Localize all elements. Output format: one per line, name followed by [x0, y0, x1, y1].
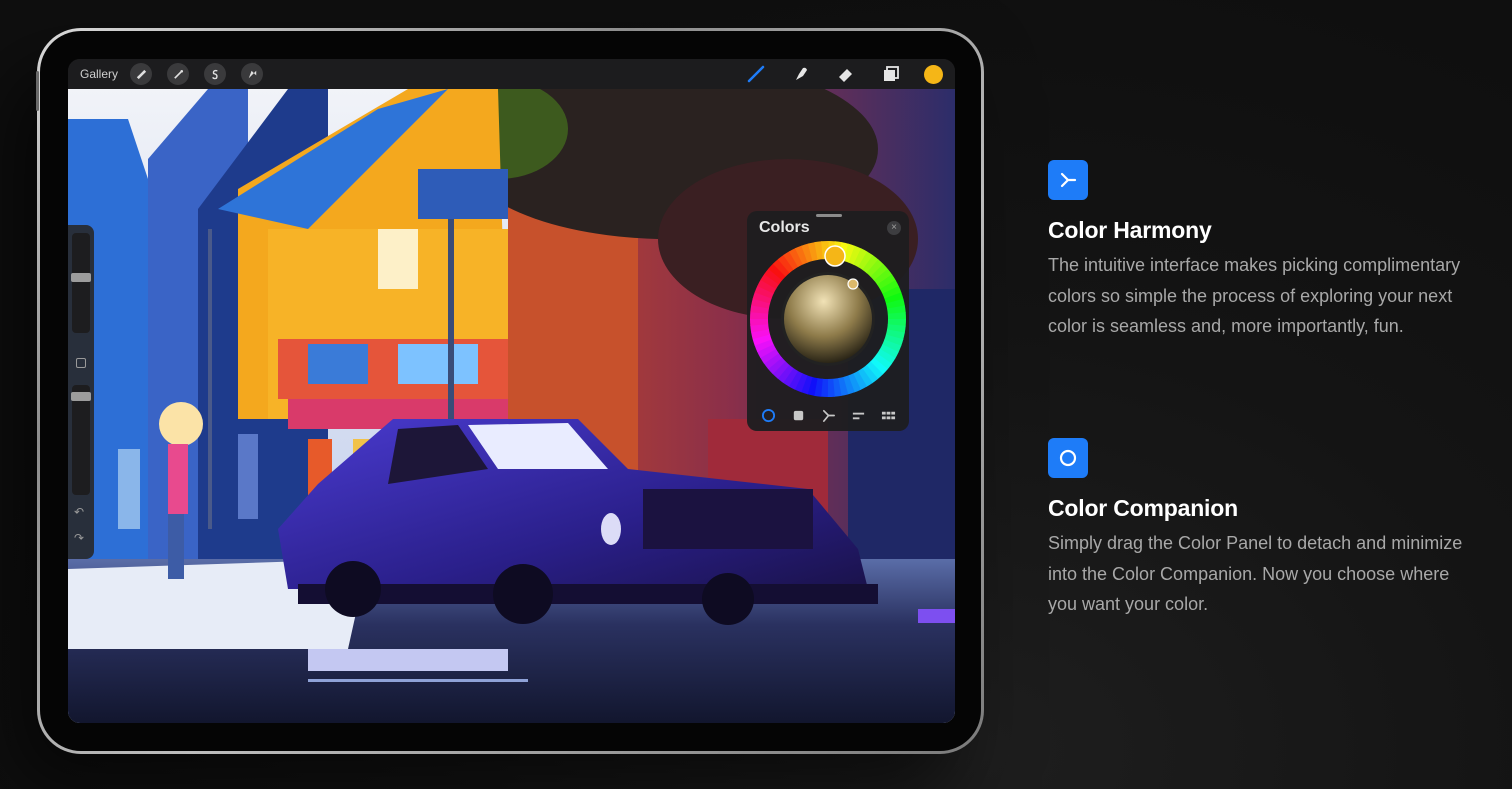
colors-panel-title: Colors — [759, 219, 810, 236]
transform-button[interactable] — [241, 63, 264, 85]
volume-button — [36, 71, 39, 111]
smudge-button[interactable] — [789, 62, 813, 86]
modify-button[interactable] — [76, 358, 86, 368]
feature-color-harmony: Color Harmony The intuitive interface ma… — [1048, 160, 1468, 342]
selection-button[interactable] — [204, 63, 227, 85]
colors-panel-tabs — [747, 405, 909, 425]
disc-icon — [1059, 449, 1077, 467]
top-toolbar: Gallery — [68, 59, 955, 89]
feature-description: Simply drag the Color Panel to detach an… — [1048, 533, 1463, 614]
eraser-button[interactable] — [834, 62, 858, 86]
magic-wand-icon — [173, 69, 183, 79]
transform-arrow-icon — [248, 70, 256, 78]
gallery-button[interactable]: Gallery — [80, 67, 118, 81]
brush-size-slider[interactable] — [72, 233, 90, 333]
ipad-bezel: Gallery ↶ ↷ Colors × — [36, 31, 981, 751]
saturation-picker[interactable] — [847, 278, 859, 290]
feature-color-companion: Color Companion Simply drag the Color Pa… — [1048, 438, 1468, 620]
procreate-screen: Gallery ↶ ↷ Colors × — [68, 59, 955, 723]
feature-description: The intuitive interface makes picking co… — [1048, 255, 1461, 336]
brush-icon — [747, 65, 765, 83]
brush-size-thumb[interactable] — [71, 273, 91, 282]
brush-button[interactable] — [744, 62, 768, 86]
tab-harmony[interactable] — [818, 405, 838, 425]
value-icon — [852, 412, 864, 419]
layers-button[interactable] — [879, 62, 903, 86]
opacity-slider[interactable] — [72, 385, 90, 495]
undo-icon[interactable]: ↶ — [74, 505, 84, 519]
close-icon[interactable]: × — [887, 221, 901, 235]
layers-icon — [884, 66, 899, 81]
redo-icon[interactable]: ↷ — [74, 531, 84, 545]
ipad-device: Gallery ↶ ↷ Colors × — [36, 28, 984, 754]
smudge-icon — [796, 67, 807, 80]
feature-icon-box — [1048, 438, 1088, 478]
opacity-thumb[interactable] — [71, 392, 91, 401]
wrench-icon — [136, 69, 146, 79]
saturation-disc[interactable] — [784, 275, 872, 363]
disc-icon — [761, 408, 775, 422]
left-sidebar: ↶ ↷ — [68, 225, 94, 559]
tab-value[interactable] — [848, 405, 868, 425]
classic-icon — [793, 410, 803, 420]
colors-panel[interactable]: Colors × — [747, 211, 909, 431]
feature-title: Color Companion — [1048, 495, 1238, 521]
actions-button[interactable] — [130, 63, 153, 85]
feature-icon-box — [1048, 160, 1088, 200]
eraser-icon — [839, 69, 852, 82]
tab-disc[interactable] — [758, 405, 778, 425]
adjustments-button[interactable] — [167, 63, 190, 85]
palettes-icon — [881, 411, 895, 419]
tab-palettes[interactable] — [878, 405, 898, 425]
panel-drag-handle[interactable] — [816, 214, 842, 217]
harmony-icon — [822, 409, 835, 422]
feature-title: Color Harmony — [1048, 217, 1212, 243]
selection-icon — [211, 69, 218, 79]
current-color-swatch[interactable] — [924, 64, 943, 84]
hue-picker[interactable] — [824, 245, 846, 267]
harmony-icon — [1060, 172, 1077, 188]
color-disc[interactable] — [750, 241, 906, 397]
tab-classic[interactable] — [788, 405, 808, 425]
